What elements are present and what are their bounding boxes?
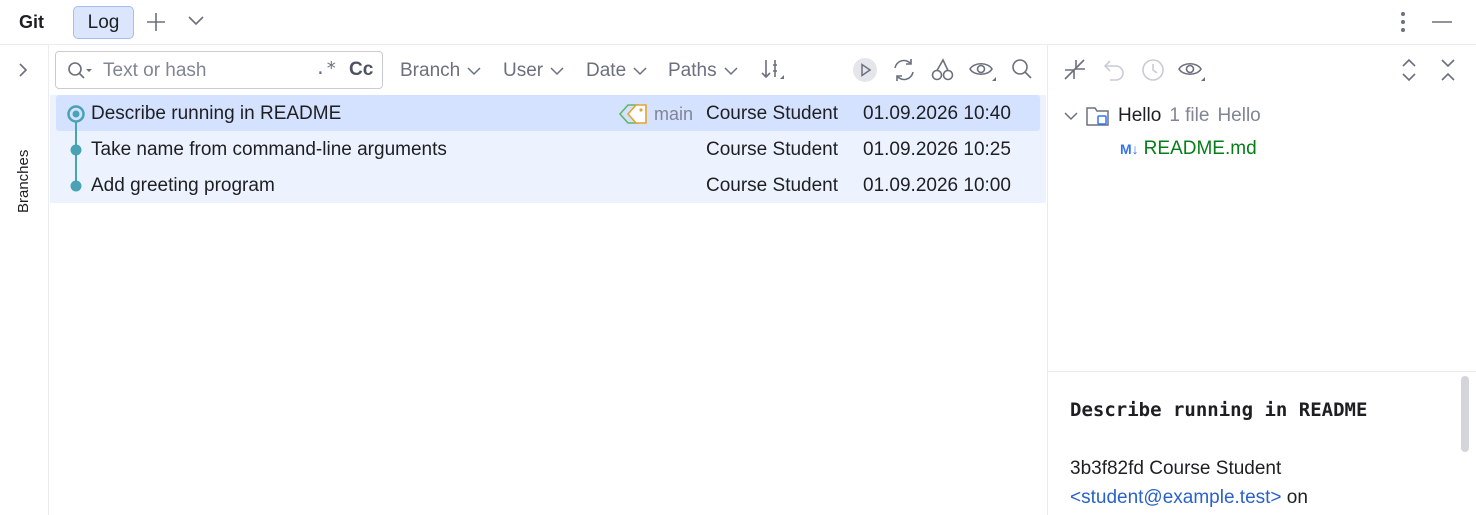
commit-email-line: <student@example.test> on (1070, 487, 1308, 509)
cherry-pick-icon[interactable] (930, 57, 956, 83)
toolwindow-title: Git (19, 12, 44, 32)
filter-date-label: Date (586, 60, 627, 81)
search-input[interactable] (103, 59, 303, 83)
filter-branch[interactable]: Branch (400, 60, 481, 82)
chevron-down-icon (1064, 112, 1078, 121)
log-panel: .* Cc Branch User Date Paths Describe ru… (50, 45, 1046, 515)
sort-icon[interactable] (760, 57, 786, 83)
commit-hash-author: 3b3f82fd Course Student (1070, 458, 1282, 479)
collapse-all-icon[interactable] (1439, 57, 1457, 83)
filter-paths[interactable]: Paths (668, 60, 738, 82)
expand-all-icon[interactable] (1400, 57, 1418, 83)
chevron-down-icon[interactable] (188, 15, 204, 27)
chevron-down-icon (467, 67, 481, 76)
eye-icon[interactable] (968, 57, 998, 83)
commit-date: 01.09.2026 10:00 (863, 175, 1011, 196)
commit-email-suffix: on (1281, 487, 1308, 508)
minimize-icon[interactable] (1432, 20, 1452, 24)
tab-log[interactable]: Log (73, 6, 134, 39)
eye-icon[interactable] (1177, 57, 1207, 83)
commit-row[interactable]: Take name from command-line arguments Co… (50, 131, 1046, 167)
commit-date: 01.09.2026 10:40 (863, 103, 1011, 124)
branches-toggle[interactable]: Branches (15, 93, 32, 213)
tree-module-name: Hello (1217, 105, 1261, 126)
commit-author: Course Student (706, 139, 839, 160)
commit-author: Course Student (706, 103, 839, 124)
branches-stripe: Branches (0, 45, 49, 515)
commit-row[interactable]: Add greeting program Course Student 01.0… (50, 167, 1046, 203)
filter-date[interactable]: Date (586, 60, 647, 82)
changes-tree-root[interactable]: Hello 1 file Hello (1064, 105, 1261, 127)
commit-details: Describe running in README 3b3f82fd Cour… (1048, 371, 1476, 515)
toolwindow-header: Git Log (0, 0, 1476, 45)
changed-file-name: README.md (1143, 138, 1257, 159)
match-case-toggle[interactable]: Cc (349, 59, 373, 81)
commit-list: Describe running in README main Course S… (50, 95, 1046, 203)
regex-toggle[interactable]: .* (315, 58, 337, 79)
chevron-down-icon (724, 67, 738, 76)
branch-ref: main (618, 103, 693, 125)
tree-file-count: 1 file (1169, 105, 1210, 126)
filter-paths-label: Paths (668, 60, 717, 81)
run-icon[interactable] (852, 57, 878, 83)
refresh-icon[interactable] (891, 57, 917, 83)
history-icon[interactable] (1140, 57, 1166, 83)
search-icon[interactable] (1010, 57, 1034, 81)
expand-branches-icon[interactable] (17, 62, 29, 78)
commit-subject: Add greeting program (91, 175, 275, 196)
details-scrollbar[interactable] (1461, 376, 1469, 452)
search-history-icon[interactable] (67, 61, 93, 81)
revert-icon[interactable] (1102, 57, 1128, 83)
add-tab-icon[interactable] (146, 12, 166, 32)
commit-message: Describe running in README (1070, 399, 1368, 421)
markdown-icon: M↓ (1120, 141, 1139, 157)
changes-panel: Hello 1 file Hello M↓ README.md Describe… (1047, 45, 1476, 515)
commit-graph (64, 102, 88, 192)
tree-root-name: Hello (1118, 105, 1162, 126)
tag-icon (618, 104, 647, 124)
collapse-diff-icon[interactable] (1062, 57, 1088, 83)
filter-user[interactable]: User (503, 60, 564, 82)
search-box[interactable]: .* Cc (55, 51, 383, 89)
chevron-down-icon (633, 67, 647, 76)
filter-branch-label: Branch (400, 60, 461, 81)
commit-subject: Take name from command-line arguments (91, 139, 447, 160)
more-options-icon[interactable] (1400, 11, 1406, 33)
commit-author: Course Student (706, 175, 839, 196)
branch-ref-name: main (654, 103, 694, 124)
author-email-link[interactable]: <student@example.test> (1070, 487, 1282, 508)
changed-file-item[interactable]: M↓ README.md (1120, 138, 1257, 160)
commit-subject: Describe running in README (91, 103, 342, 124)
commit-date: 01.09.2026 10:25 (863, 139, 1011, 160)
filter-user-label: User (503, 60, 544, 81)
chevron-down-icon (550, 67, 564, 76)
module-folder-icon (1086, 107, 1109, 126)
commit-row[interactable]: Describe running in README main Course S… (56, 95, 1040, 131)
